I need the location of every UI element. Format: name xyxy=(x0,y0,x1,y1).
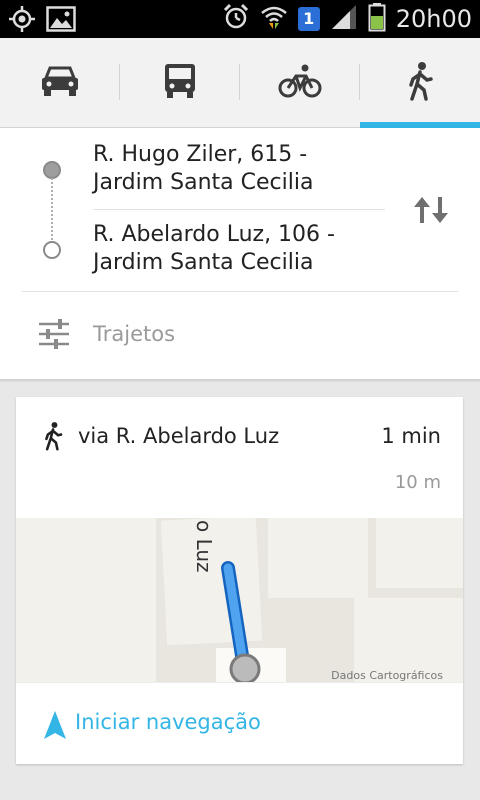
route-distance: 10 m xyxy=(394,472,441,493)
route-polyline xyxy=(221,561,261,682)
destination-marker xyxy=(43,241,61,259)
tab-car[interactable] xyxy=(0,38,120,128)
walk-icon xyxy=(42,421,64,455)
route-map-preview[interactable]: o Luz Dados Cartográficos xyxy=(16,518,463,682)
tab-walk[interactable] xyxy=(360,38,480,128)
route-dotted-line xyxy=(51,178,53,244)
route-result-card[interactable]: via R. Abelardo Luz 1 min 10 m o Luz Dad… xyxy=(16,397,463,764)
swap-arrows-icon xyxy=(412,195,452,229)
origin-marker xyxy=(43,161,61,179)
car-icon xyxy=(40,64,80,102)
gps-icon xyxy=(8,5,36,37)
bike-icon xyxy=(278,63,322,103)
map-copyright: Dados Cartográficos xyxy=(331,669,443,682)
walk-icon xyxy=(405,61,435,105)
notification-badge: 1 xyxy=(297,7,320,31)
bus-icon xyxy=(163,62,197,104)
status-bar: 1 20h00 xyxy=(0,0,480,38)
route-options-label: Trajetos xyxy=(93,322,176,346)
tab-bike[interactable] xyxy=(240,38,360,128)
route-duration: 1 min xyxy=(381,424,441,448)
tab-transit[interactable] xyxy=(120,38,240,128)
clock: 20h00 xyxy=(395,5,472,33)
divider xyxy=(22,291,458,292)
start-navigation-button[interactable]: Iniciar navegação xyxy=(16,682,463,764)
alarm-icon xyxy=(222,3,250,35)
tune-sliders-icon xyxy=(38,319,70,353)
travel-mode-tabs xyxy=(0,38,480,128)
swap-button[interactable] xyxy=(410,194,454,230)
route-card: R. Hugo Ziler, 615 - Jardim Santa Cecili… xyxy=(0,128,480,380)
image-icon xyxy=(46,6,76,36)
start-navigation-label: Iniciar navegação xyxy=(75,710,261,734)
destination-field[interactable]: R. Abelardo Luz, 106 - Jardim Santa Ceci… xyxy=(93,221,383,277)
divider xyxy=(93,209,385,210)
route-options-button[interactable]: Trajetos xyxy=(0,306,480,366)
route-via-label: via R. Abelardo Luz xyxy=(78,424,280,448)
origin-field[interactable]: R. Hugo Ziler, 615 - Jardim Santa Cecili… xyxy=(93,141,383,197)
wifi-icon xyxy=(260,3,288,35)
battery-icon xyxy=(368,2,386,36)
navigation-arrow-icon xyxy=(44,711,66,743)
signal-icon xyxy=(330,3,358,35)
